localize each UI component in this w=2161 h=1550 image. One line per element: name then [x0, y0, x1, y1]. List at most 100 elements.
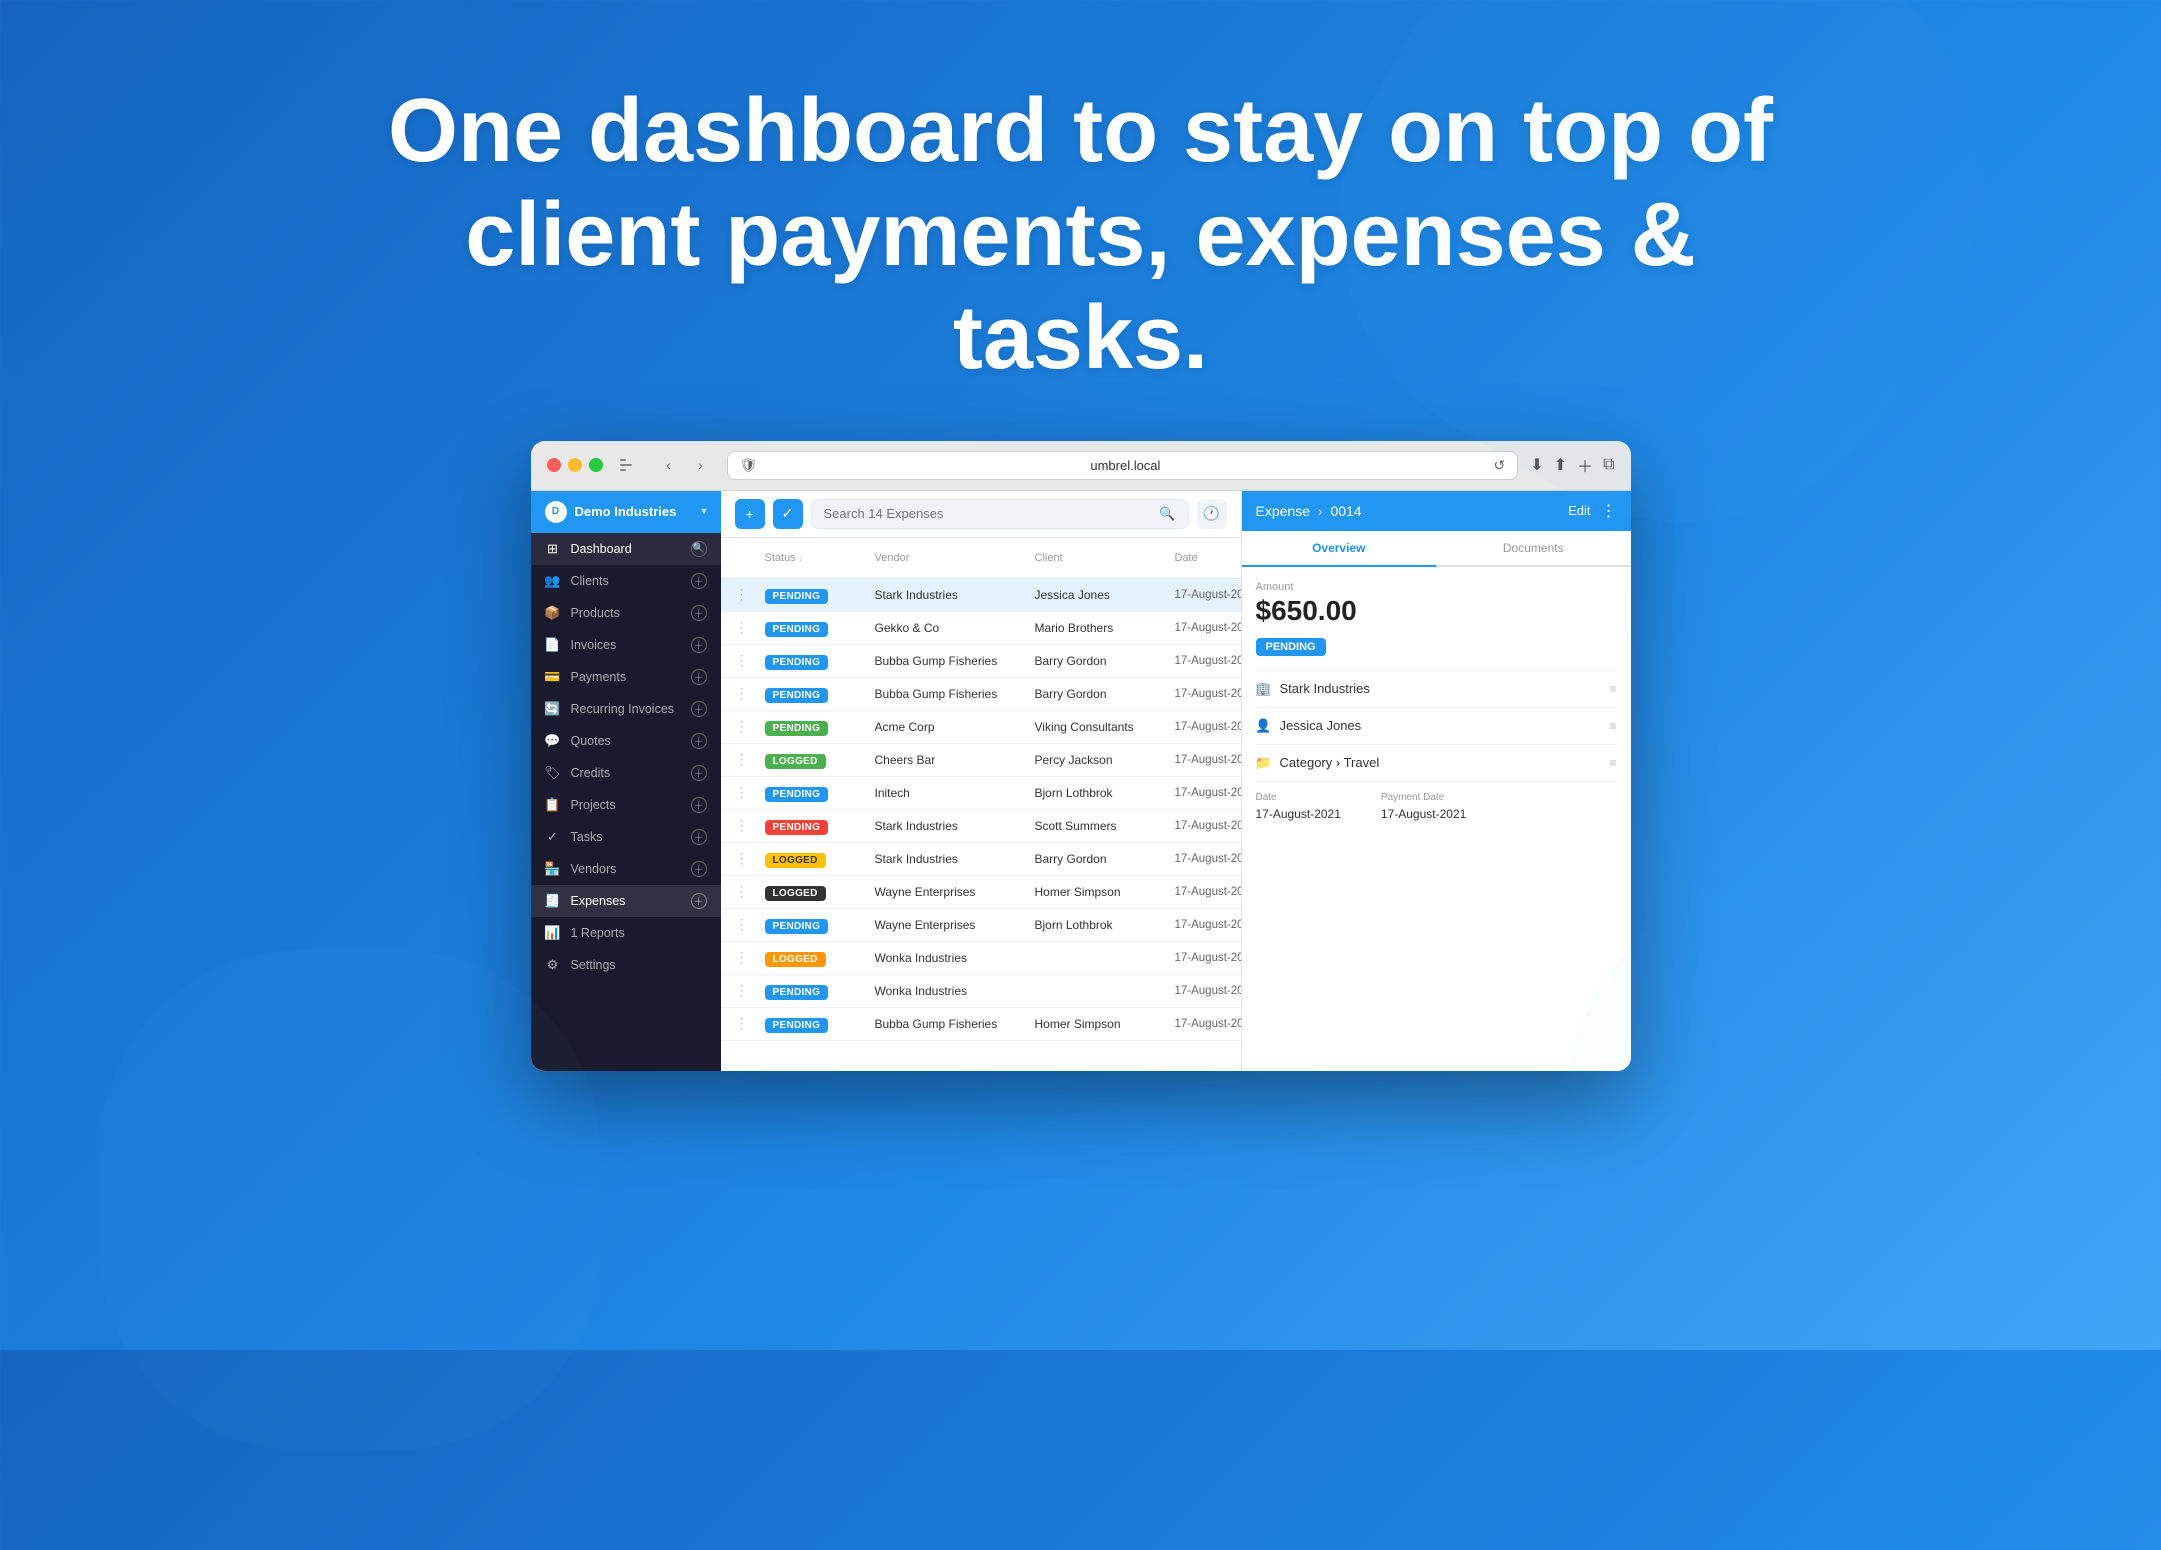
- table-row[interactable]: ⋮ PENDING Bubba Gump Fisheries Homer Sim…: [721, 1008, 1241, 1041]
- payments-icon: 💳: [545, 669, 561, 685]
- history-button[interactable]: 🕐: [1197, 499, 1227, 529]
- row-menu-icon[interactable]: ⋮: [735, 586, 765, 603]
- date-cell: 17-August-2021: [1175, 853, 1241, 865]
- sidebar-item-clients[interactable]: 👥 Clients ＋: [531, 565, 721, 597]
- check-button[interactable]: ✓: [773, 499, 803, 529]
- products-add-icon[interactable]: ＋: [691, 605, 707, 621]
- category-field: 📁 Category › Travel ≡: [1256, 744, 1617, 781]
- recurring-add-icon[interactable]: ＋: [691, 701, 707, 717]
- reports-icon: 📊: [545, 925, 561, 941]
- tasks-icon: ✓: [545, 829, 561, 845]
- row-menu-icon[interactable]: ⋮: [735, 685, 765, 702]
- panel-tabs: Overview Documents: [1242, 531, 1631, 567]
- projects-add-icon[interactable]: ＋: [691, 797, 707, 813]
- table-row[interactable]: ⋮ LOGGED Stark Industries Barry Gordon 1…: [721, 843, 1241, 876]
- row-menu-icon[interactable]: ⋮: [735, 916, 765, 933]
- vendor-cell: Stark Industries: [875, 588, 1035, 602]
- edit-button[interactable]: Edit: [1568, 503, 1590, 518]
- tab-overview[interactable]: Overview: [1242, 531, 1437, 565]
- reload-button[interactable]: ↺: [1494, 457, 1506, 474]
- table-row[interactable]: ⋮ PENDING Gekko & Co Mario Brothers 17-A…: [721, 612, 1241, 645]
- company-selector[interactable]: D Demo Industries ▾: [531, 491, 721, 533]
- client-cell: Barry Gordon: [1035, 852, 1175, 866]
- sidebar-item-tasks[interactable]: ✓ Tasks ＋: [531, 821, 721, 853]
- maximize-button[interactable]: [589, 458, 603, 472]
- sidebar-item-expenses[interactable]: 🧾 Expenses ＋: [531, 885, 721, 917]
- table-row[interactable]: ⋮ PENDING Stark Industries Scott Summers…: [721, 810, 1241, 843]
- header-date[interactable]: Date: [1175, 546, 1241, 570]
- credits-add-icon[interactable]: ＋: [691, 765, 707, 781]
- sidebar-item-settings[interactable]: ⚙ Settings: [531, 949, 721, 981]
- sidebar-item-recurring-invoices[interactable]: 🔄 Recurring Invoices ＋: [531, 693, 721, 725]
- sidebar-item-products[interactable]: 📦 Products ＋: [531, 597, 721, 629]
- minimize-button[interactable]: [568, 458, 582, 472]
- row-menu-icon[interactable]: ⋮: [735, 751, 765, 768]
- clients-add-icon[interactable]: ＋: [691, 573, 707, 589]
- sidebar-item-invoices[interactable]: 📄 Invoices ＋: [531, 629, 721, 661]
- row-menu-icon[interactable]: ⋮: [735, 652, 765, 669]
- sidebar-item-dashboard[interactable]: ⊞ Dashboard 🔍: [531, 533, 721, 565]
- search-bar: 🔍: [811, 499, 1189, 529]
- dashboard-search-icon[interactable]: 🔍: [691, 541, 707, 557]
- row-menu-icon[interactable]: ⋮: [735, 784, 765, 801]
- sidebar-item-projects[interactable]: 📋 Projects ＋: [531, 789, 721, 821]
- sidebar-item-vendors[interactable]: 🏪 Vendors ＋: [531, 853, 721, 885]
- row-menu-icon[interactable]: ⋮: [735, 850, 765, 867]
- status-badge: PENDING: [765, 919, 829, 934]
- table-row[interactable]: ⋮ PENDING Stark Industries Jessica Jones…: [721, 579, 1241, 612]
- row-menu-icon[interactable]: ⋮: [735, 718, 765, 735]
- expenses-table: Status ↓ Vendor Client Date Amount Publi…: [721, 538, 1241, 1071]
- header-status[interactable]: Status ↓: [765, 546, 875, 570]
- table-row[interactable]: ⋮ PENDING Wayne Enterprises Bjorn Lothbr…: [721, 909, 1241, 942]
- table-row[interactable]: ⋮ PENDING Acme Corp Viking Consultants 1…: [721, 711, 1241, 744]
- table-row[interactable]: ⋮ PENDING Wonka Industries 17-August-202…: [721, 975, 1241, 1008]
- table-row[interactable]: ⋮ PENDING Bubba Gump Fisheries Barry Gor…: [721, 645, 1241, 678]
- vendor-field-icon: 🏢: [1256, 681, 1272, 697]
- invoices-add-icon[interactable]: ＋: [691, 637, 707, 653]
- tasks-add-icon[interactable]: ＋: [691, 829, 707, 845]
- tab-documents[interactable]: Documents: [1436, 531, 1631, 565]
- table-row[interactable]: ⋮ LOGGED Wonka Industries 17-August-2021…: [721, 942, 1241, 975]
- client-cell: Homer Simpson: [1035, 885, 1175, 899]
- vendor-field-value: Stark Industries: [1280, 681, 1370, 696]
- table-row[interactable]: ⋮ LOGGED Wayne Enterprises Homer Simpson…: [721, 876, 1241, 909]
- sidebar-item-quotes[interactable]: 💬 Quotes ＋: [531, 725, 721, 757]
- close-button[interactable]: [547, 458, 561, 472]
- back-button[interactable]: ‹: [655, 451, 683, 479]
- header-vendor[interactable]: Vendor: [875, 546, 1035, 570]
- header-client[interactable]: Client: [1035, 546, 1175, 570]
- status-badge: PENDING: [765, 985, 829, 1000]
- address-bar[interactable]: 🛡 umbrel.local ↺: [727, 451, 1519, 480]
- forward-button[interactable]: ›: [687, 451, 715, 479]
- client-filter-icon[interactable]: ≡: [1609, 719, 1616, 733]
- row-menu-icon[interactable]: ⋮: [735, 817, 765, 834]
- sidebar-label-payments: Payments: [571, 670, 681, 684]
- vendor-filter-icon[interactable]: ≡: [1609, 682, 1616, 696]
- sidebar-item-payments[interactable]: 💳 Payments ＋: [531, 661, 721, 693]
- sidebar-item-credits[interactable]: 🏷 Credits ＋: [531, 757, 721, 789]
- row-menu-icon[interactable]: ⋮: [735, 883, 765, 900]
- row-menu-icon[interactable]: ⋮: [735, 619, 765, 636]
- dates-section: Date 17-August-2021 Payment Date 17-Augu…: [1256, 781, 1617, 833]
- add-expense-button[interactable]: +: [735, 499, 765, 529]
- table-row[interactable]: ⋮ PENDING Initech Bjorn Lothbrok 17-Augu…: [721, 777, 1241, 810]
- date-cell: 17-August-2021: [1175, 754, 1241, 766]
- quotes-add-icon[interactable]: ＋: [691, 733, 707, 749]
- row-menu-icon[interactable]: ⋮: [735, 949, 765, 966]
- expenses-add-icon[interactable]: ＋: [691, 893, 707, 909]
- sidebar-toggle-button[interactable]: [615, 451, 643, 479]
- app-content: D Demo Industries ▾ ⊞ Dashboard 🔍 👥 Clie…: [531, 491, 1631, 1071]
- vendors-add-icon[interactable]: ＋: [691, 861, 707, 877]
- sidebar-item-reports[interactable]: 📊 1 Reports: [531, 917, 721, 949]
- client-cell: Barry Gordon: [1035, 687, 1175, 701]
- category-filter-icon[interactable]: ≡: [1609, 756, 1616, 770]
- row-menu-icon[interactable]: ⋮: [735, 982, 765, 999]
- sidebar-label-projects: Projects: [571, 798, 681, 812]
- row-menu-icon[interactable]: ⋮: [735, 1015, 765, 1032]
- client-cell: Barry Gordon: [1035, 654, 1175, 668]
- status-badge: PENDING: [765, 622, 829, 637]
- table-row[interactable]: ⋮ LOGGED Cheers Bar Percy Jackson 17-Aug…: [721, 744, 1241, 777]
- payments-add-icon[interactable]: ＋: [691, 669, 707, 685]
- table-row[interactable]: ⋮ PENDING Bubba Gump Fisheries Barry Gor…: [721, 678, 1241, 711]
- search-input[interactable]: [824, 506, 1152, 521]
